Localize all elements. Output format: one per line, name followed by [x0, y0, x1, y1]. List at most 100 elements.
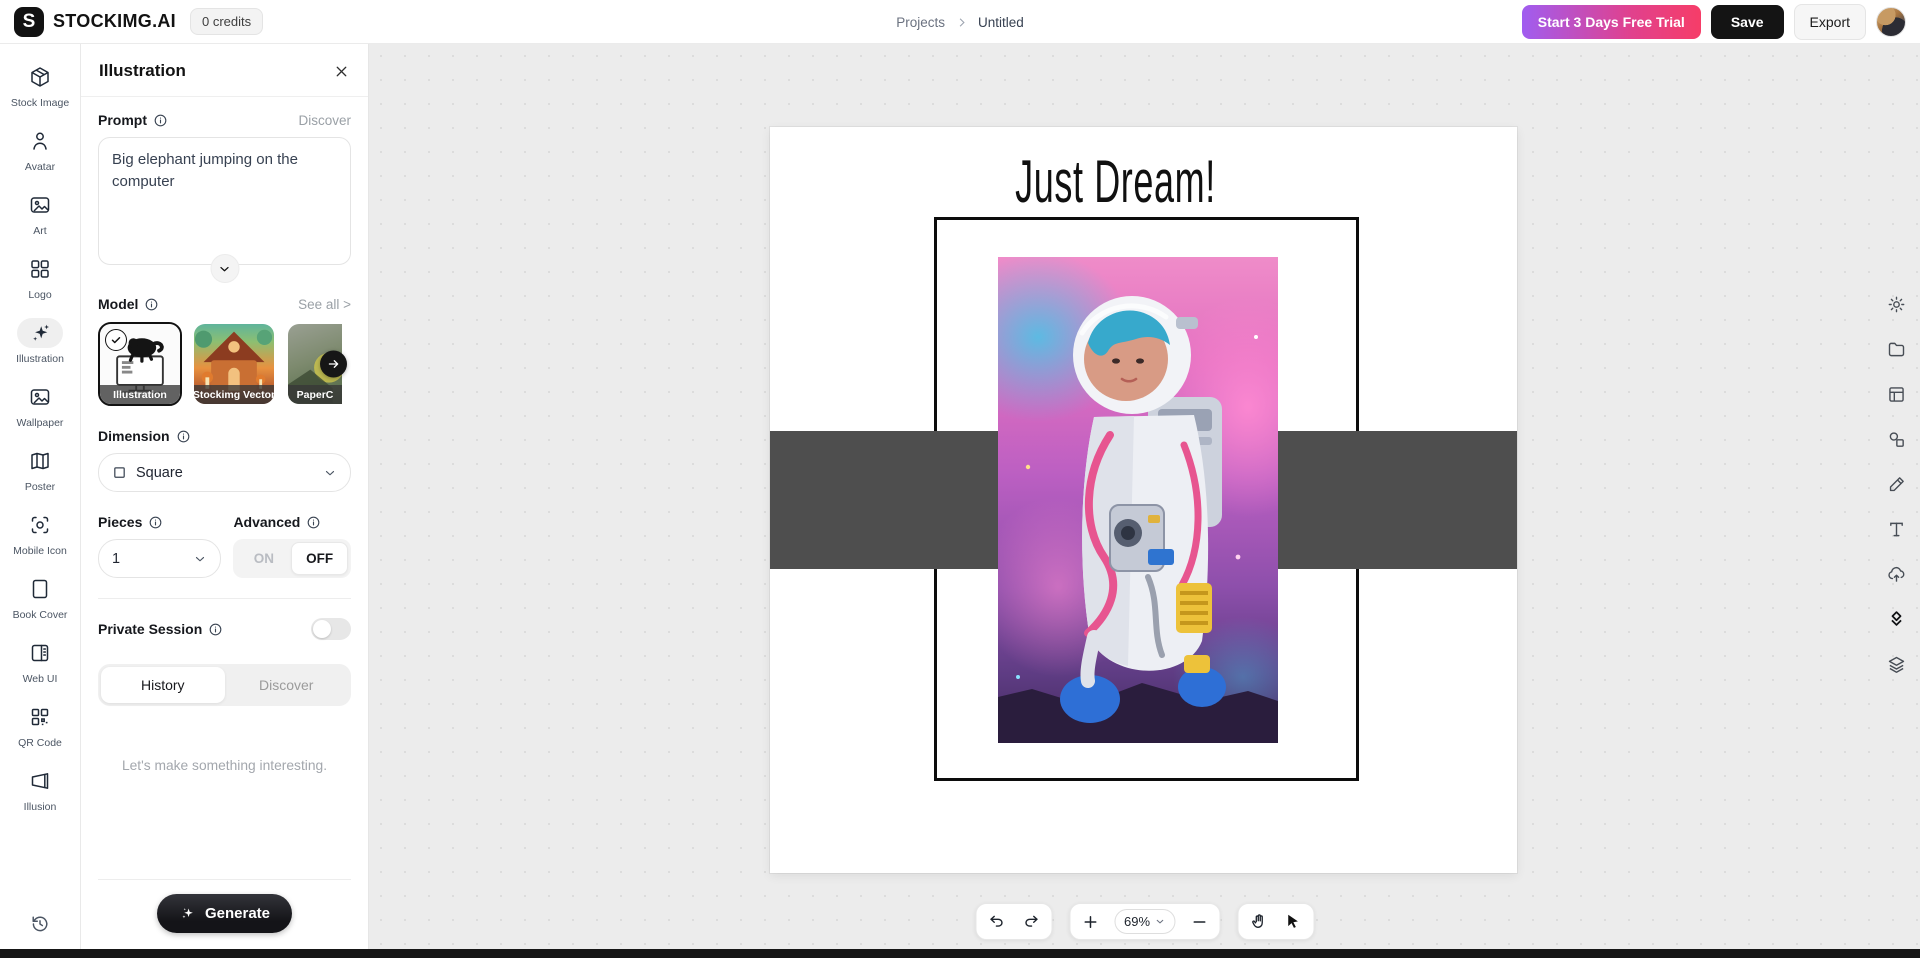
assets-icon[interactable] [1886, 609, 1907, 630]
book-icon [17, 574, 63, 604]
astronaut-image[interactable] [998, 257, 1278, 743]
zoom-out-icon[interactable] [1190, 913, 1208, 931]
bottom-scrollbar[interactable] [0, 949, 1920, 958]
sparkles-icon [179, 905, 196, 922]
history-icon[interactable] [29, 913, 51, 935]
cloud-upload-icon[interactable] [1886, 564, 1907, 585]
sidebar-item-book-cover[interactable]: Book Cover [0, 566, 80, 630]
folder-icon[interactable] [1886, 339, 1907, 360]
illustration-panel: Illustration Prompt Discover Big elephan… [81, 44, 369, 949]
prompt-input[interactable]: Big elephant jumping on the computer [98, 137, 351, 265]
arrow-right-icon[interactable] [320, 351, 347, 378]
sidebar-item-poster[interactable]: Poster [0, 438, 80, 502]
sidebar-item-wallpaper[interactable]: Wallpaper [0, 374, 80, 438]
info-icon[interactable] [148, 515, 163, 530]
pieces-select[interactable]: 1 [98, 539, 221, 578]
generate-button[interactable]: Generate [157, 894, 292, 933]
artboard[interactable]: Just Dream! [770, 127, 1517, 873]
zoom-level-value: 69% [1124, 914, 1150, 929]
layers-icon[interactable] [1886, 654, 1907, 675]
save-button[interactable]: Save [1711, 5, 1784, 39]
history-empty-text: Let's make something interesting. [98, 758, 351, 773]
credits-badge[interactable]: 0 credits [190, 8, 263, 35]
sidebar-item-illusion[interactable]: Illusion [0, 758, 80, 822]
sidebar-item-qr-code[interactable]: QR Code [0, 694, 80, 758]
check-icon [105, 329, 127, 351]
tab-discover[interactable]: Discover [225, 667, 349, 703]
chevron-down-icon [323, 466, 337, 480]
map-icon [17, 446, 63, 476]
top-bar: S STOCKIMG.AI 0 credits Projects Untitle… [0, 0, 1920, 44]
info-icon[interactable] [153, 113, 168, 128]
breadcrumb: Projects Untitled [896, 0, 1024, 44]
sidebar-item-art[interactable]: Art [0, 182, 80, 246]
person-icon [17, 126, 63, 156]
info-icon[interactable] [144, 297, 159, 312]
layout-icon [17, 638, 63, 668]
user-avatar[interactable] [1876, 7, 1906, 37]
right-tool-rail [1886, 294, 1907, 675]
image-icon [17, 190, 63, 220]
pieces-label: Pieces [98, 514, 221, 530]
sidebar-item-mobile-icon[interactable]: Mobile Icon [0, 502, 80, 566]
hand-tool-icon[interactable] [1249, 912, 1268, 931]
undo-icon[interactable] [987, 912, 1006, 931]
advanced-label: Advanced [233, 514, 351, 530]
info-icon[interactable] [208, 622, 223, 637]
prompt-label: Prompt [98, 112, 168, 128]
text-icon[interactable] [1886, 519, 1907, 540]
pointer-group [1237, 903, 1314, 940]
info-icon[interactable] [306, 515, 321, 530]
tab-history[interactable]: History [101, 667, 225, 703]
canvas-title-text[interactable]: Just Dream! [1012, 147, 1219, 216]
prompt-discover-link[interactable]: Discover [298, 113, 351, 128]
model-card-stockimg-vector[interactable]: Stockimg Vector [192, 322, 276, 406]
model-label: Model [98, 296, 159, 312]
image-icon [17, 382, 63, 412]
export-button[interactable]: Export [1794, 4, 1866, 40]
pieces-value: 1 [112, 551, 120, 567]
redo-icon[interactable] [1021, 912, 1040, 931]
divider [98, 598, 351, 599]
advanced-off-option[interactable]: OFF [291, 542, 348, 575]
advanced-on-option[interactable]: ON [236, 542, 291, 575]
dimension-select[interactable]: Square [98, 453, 351, 492]
zoom-group: 69% [1069, 903, 1220, 940]
gear-icon[interactable] [1886, 294, 1907, 315]
undo-redo-group [975, 903, 1052, 940]
zoom-in-icon[interactable] [1081, 913, 1099, 931]
advanced-toggle: ON OFF [233, 539, 351, 578]
breadcrumb-current: Untitled [978, 15, 1024, 30]
sidebar-item-avatar[interactable]: Avatar [0, 118, 80, 182]
grid-icon [17, 254, 63, 284]
chevron-down-icon [193, 552, 207, 566]
sidebar-item-illustration[interactable]: Illustration [0, 310, 80, 374]
chevron-down-icon[interactable] [210, 254, 239, 283]
chevron-right-icon [955, 16, 968, 29]
brand-logo[interactable]: S STOCKIMG.AI [14, 7, 176, 37]
free-trial-button[interactable]: Start 3 Days Free Trial [1522, 5, 1701, 39]
info-icon[interactable] [176, 429, 191, 444]
bottom-toolbar: 69% [975, 903, 1314, 940]
stockimg-logo-icon: S [14, 7, 44, 37]
private-session-switch[interactable] [311, 618, 351, 640]
dimension-value: Square [136, 465, 183, 481]
sidebar-item-logo[interactable]: Logo [0, 246, 80, 310]
brand-name: STOCKIMG.AI [53, 11, 176, 32]
history-discover-tabs: History Discover [98, 664, 351, 706]
shapes-icon[interactable] [1886, 429, 1907, 450]
box-icon [17, 62, 63, 92]
model-see-all-link[interactable]: See all > [298, 297, 351, 312]
sidebar-item-stock-image[interactable]: Stock Image [0, 54, 80, 118]
frame-icon[interactable] [1886, 384, 1907, 405]
prism-icon [17, 766, 63, 796]
sidebar-item-web-ui[interactable]: Web UI [0, 630, 80, 694]
breadcrumb-projects[interactable]: Projects [896, 15, 945, 30]
canvas-workspace[interactable]: Just Dream! [369, 44, 1920, 949]
cursor-tool-icon[interactable] [1283, 912, 1302, 931]
app-root: S STOCKIMG.AI 0 credits Projects Untitle… [0, 0, 1920, 958]
model-card-illustration[interactable]: Illustration [98, 322, 182, 406]
close-icon[interactable] [333, 63, 350, 80]
brush-icon[interactable] [1886, 474, 1907, 495]
zoom-level-select[interactable]: 69% [1114, 909, 1175, 934]
